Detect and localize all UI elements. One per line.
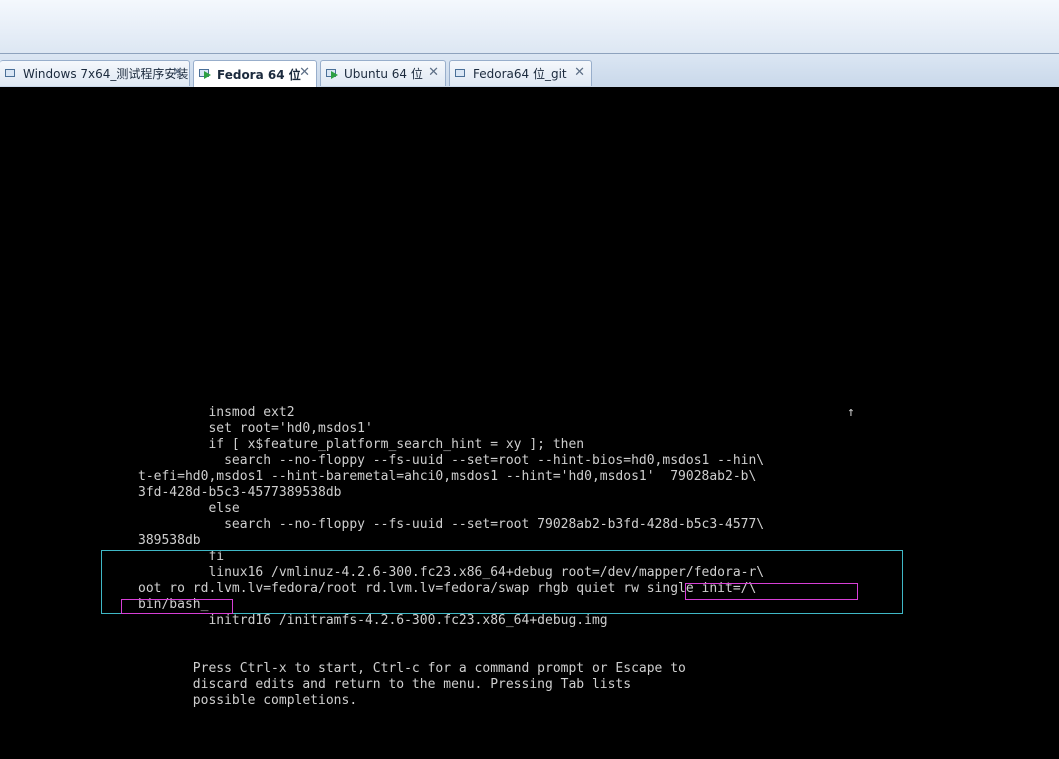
console-line: if [ x$feature_platform_search_hint = xy… — [138, 437, 585, 452]
console-help-text: possible completions. — [138, 693, 358, 708]
toolbar — [0, 0, 1059, 54]
tab-windows-7x64[interactable]: Windows 7x64_测试程序安装 ✕ — [0, 60, 190, 86]
tab-label: Windows 7x64_测试程序安装 — [23, 67, 189, 81]
console-line: search --no-floppy --fs-uuid --set=root … — [138, 517, 765, 532]
console-line: set root='hd0,msdos1' — [138, 421, 373, 436]
console-line: initrd16 /initramfs-4.2.6-300.fc23.x86_6… — [138, 613, 608, 628]
vm-icon — [5, 68, 18, 80]
close-icon[interactable]: ✕ — [574, 65, 585, 80]
vm-running-icon — [326, 68, 339, 80]
console-line: t-efi=hd0,msdos1 --hint-baremetal=ahci0,… — [138, 469, 757, 484]
tab-label: Fedora64 位_git — [473, 67, 567, 81]
console-help-text: Press Ctrl-x to start, Ctrl-c for a comm… — [138, 661, 686, 676]
close-icon[interactable]: ✕ — [172, 65, 183, 80]
vm-icon — [455, 68, 468, 80]
console-line: 389538db — [138, 533, 201, 548]
highlight-box-bin-bash — [121, 599, 233, 614]
console-line: search --no-floppy --fs-uuid --set=root … — [138, 453, 765, 468]
vm-console-screen[interactable]: ↑ insmod ext2 set root='hd0,msdos1' if [… — [0, 87, 1059, 759]
highlight-box-rw-single-init — [685, 583, 858, 600]
tab-ubuntu-64[interactable]: Ubuntu 64 位 ✕ — [320, 60, 446, 86]
console-line: 3fd-428d-b5c3-4577389538db — [138, 485, 342, 500]
tab-fedora64-git[interactable]: Fedora64 位_git ✕ — [449, 60, 592, 86]
console-help-text: discard edits and return to the menu. Pr… — [138, 677, 632, 692]
vm-tab-bar: Windows 7x64_测试程序安装 ✕ Fedora 64 位 ✕ Ubun… — [0, 54, 1059, 88]
scroll-up-indicator-icon: ↑ — [847, 405, 855, 420]
tab-label: Ubuntu 64 位 — [344, 67, 423, 81]
tab-fedora-64[interactable]: Fedora 64 位 ✕ — [193, 60, 317, 87]
close-icon[interactable]: ✕ — [428, 65, 439, 80]
vm-running-icon — [199, 68, 212, 80]
console-line: else — [138, 501, 240, 516]
console-line: insmod ext2 — [138, 405, 295, 420]
close-icon[interactable]: ✕ — [299, 65, 310, 80]
tab-label: Fedora 64 位 — [217, 67, 301, 82]
